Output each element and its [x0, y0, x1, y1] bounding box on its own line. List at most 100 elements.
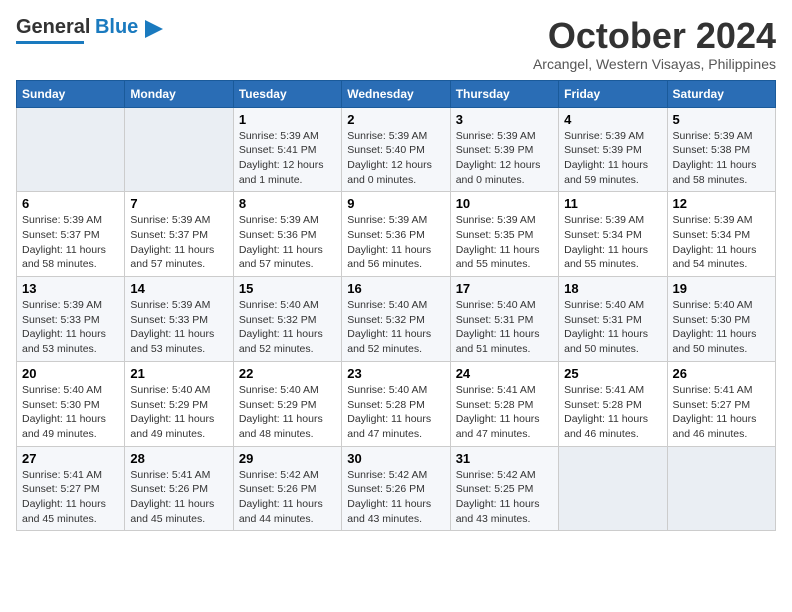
- day-info: Sunrise: 5:40 AMSunset: 5:32 PMDaylight:…: [239, 298, 336, 357]
- calendar-day-cell: 28Sunrise: 5:41 AMSunset: 5:26 PMDayligh…: [125, 446, 233, 531]
- day-number: 15: [239, 281, 336, 296]
- day-info: Sunrise: 5:39 AMSunset: 5:34 PMDaylight:…: [564, 213, 661, 272]
- logo-underline: [16, 41, 84, 44]
- calendar-day-cell: 25 Sunrise: 5:41 AMSunset: 5:28 PMDayligh…: [559, 361, 667, 446]
- day-info: Sunrise: 5:41 AMSunset: 5:28 PMDaylight:…: [456, 383, 553, 442]
- calendar-day-cell: 12 Sunrise: 5:39 AMSunset: 5:34 PMDayligh…: [667, 192, 775, 277]
- day-number: 24: [456, 366, 553, 381]
- day-info: Sunrise: 5:39 AMSunset: 5:40 PMDaylight:…: [347, 129, 444, 188]
- location-subtitle: Arcangel, Western Visayas, Philippines: [533, 56, 776, 72]
- weekday-header-cell: Wednesday: [342, 80, 450, 107]
- weekday-header-cell: Monday: [125, 80, 233, 107]
- weekday-header-cell: Tuesday: [233, 80, 341, 107]
- calendar-day-cell: 16 Sunrise: 5:40 AMSunset: 5:32 PMDayligh…: [342, 277, 450, 362]
- calendar-day-cell: 7 Sunrise: 5:39 AMSunset: 5:37 PMDaylight…: [125, 192, 233, 277]
- calendar-week-row: 6 Sunrise: 5:39 AMSunset: 5:37 PMDaylight…: [17, 192, 776, 277]
- day-info: Sunrise: 5:39 AMSunset: 5:39 PMDaylight:…: [564, 129, 661, 188]
- day-number: 4: [564, 112, 661, 127]
- day-number: 16: [347, 281, 444, 296]
- day-info: Sunrise: 5:40 AMSunset: 5:31 PMDaylight:…: [564, 298, 661, 357]
- day-number: 30: [347, 451, 444, 466]
- day-number: 2: [347, 112, 444, 127]
- day-number: 29: [239, 451, 336, 466]
- calendar-day-cell: [559, 446, 667, 531]
- day-info: Sunrise: 5:41 AMSunset: 5:27 PMDaylight:…: [673, 383, 770, 442]
- day-number: 11: [564, 196, 661, 211]
- day-info: Sunrise: 5:39 AMSunset: 5:37 PMDaylight:…: [130, 213, 227, 272]
- day-info: Sunrise: 5:39 AMSunset: 5:39 PMDaylight:…: [456, 129, 553, 188]
- calendar-day-cell: 26 Sunrise: 5:41 AMSunset: 5:27 PMDayligh…: [667, 361, 775, 446]
- day-number: 28: [130, 451, 227, 466]
- day-number: 6: [22, 196, 119, 211]
- day-info: Sunrise: 5:41 AMSunset: 5:28 PMDaylight:…: [564, 383, 661, 442]
- calendar-day-cell: 4 Sunrise: 5:39 AMSunset: 5:39 PMDaylight…: [559, 107, 667, 192]
- day-info: Sunrise: 5:42 AMSunset: 5:25 PMDaylight:…: [456, 468, 553, 527]
- day-info: Sunrise: 5:39 AMSunset: 5:38 PMDaylight:…: [673, 129, 770, 188]
- day-number: 21: [130, 366, 227, 381]
- logo: General Blue: [16, 16, 163, 44]
- logo-general: General: [16, 16, 90, 38]
- day-number: 7: [130, 196, 227, 211]
- calendar-week-row: 20 Sunrise: 5:40 AMSunset: 5:30 PMDayligh…: [17, 361, 776, 446]
- calendar-day-cell: 29 Sunrise: 5:42 AMSunset: 5:26 PMDayligh…: [233, 446, 341, 531]
- calendar-day-cell: 17Sunrise: 5:40 AMSunset: 5:31 PMDayligh…: [450, 277, 558, 362]
- calendar-day-cell: 11 Sunrise: 5:39 AMSunset: 5:34 PMDayligh…: [559, 192, 667, 277]
- day-number: 18: [564, 281, 661, 296]
- day-info: Sunrise: 5:40 AMSunset: 5:29 PMDaylight:…: [239, 383, 336, 442]
- calendar-day-cell: 22 Sunrise: 5:40 AMSunset: 5:29 PMDayligh…: [233, 361, 341, 446]
- day-number: 27: [22, 451, 119, 466]
- day-info: Sunrise: 5:42 AMSunset: 5:26 PMDaylight:…: [347, 468, 444, 527]
- calendar-day-cell: 1 Sunrise: 5:39 AMSunset: 5:41 PMDaylight…: [233, 107, 341, 192]
- calendar-day-cell: 20 Sunrise: 5:40 AMSunset: 5:30 PMDayligh…: [17, 361, 125, 446]
- day-info: Sunrise: 5:39 AMSunset: 5:41 PMDaylight:…: [239, 129, 336, 188]
- day-info: Sunrise: 5:41 AMSunset: 5:27 PMDaylight:…: [22, 468, 119, 527]
- day-info: Sunrise: 5:39 AMSunset: 5:33 PMDaylight:…: [130, 298, 227, 357]
- calendar-day-cell: 3Sunrise: 5:39 AMSunset: 5:39 PMDaylight…: [450, 107, 558, 192]
- calendar-day-cell: [17, 107, 125, 192]
- day-number: 23: [347, 366, 444, 381]
- calendar-body: 1 Sunrise: 5:39 AMSunset: 5:41 PMDaylight…: [17, 107, 776, 531]
- day-info: Sunrise: 5:40 AMSunset: 5:29 PMDaylight:…: [130, 383, 227, 442]
- day-number: 12: [673, 196, 770, 211]
- calendar-table: SundayMondayTuesdayWednesdayThursdayFrid…: [16, 80, 776, 532]
- day-number: 20: [22, 366, 119, 381]
- weekday-header-cell: Saturday: [667, 80, 775, 107]
- title-block: October 2024 Arcangel, Western Visayas, …: [533, 16, 776, 72]
- calendar-day-cell: 23Sunrise: 5:40 AMSunset: 5:28 PMDayligh…: [342, 361, 450, 446]
- day-number: 1: [239, 112, 336, 127]
- day-number: 19: [673, 281, 770, 296]
- day-info: Sunrise: 5:40 AMSunset: 5:30 PMDaylight:…: [673, 298, 770, 357]
- calendar-week-row: 13 Sunrise: 5:39 AMSunset: 5:33 PMDayligh…: [17, 277, 776, 362]
- day-info: Sunrise: 5:40 AMSunset: 5:30 PMDaylight:…: [22, 383, 119, 442]
- weekday-header-cell: Friday: [559, 80, 667, 107]
- day-info: Sunrise: 5:42 AMSunset: 5:26 PMDaylight:…: [239, 468, 336, 527]
- calendar-day-cell: 30 Sunrise: 5:42 AMSunset: 5:26 PMDayligh…: [342, 446, 450, 531]
- day-number: 25: [564, 366, 661, 381]
- weekday-header-cell: Thursday: [450, 80, 558, 107]
- calendar-day-cell: 21 Sunrise: 5:40 AMSunset: 5:29 PMDayligh…: [125, 361, 233, 446]
- calendar-day-cell: [125, 107, 233, 192]
- calendar-day-cell: 27 Sunrise: 5:41 AMSunset: 5:27 PMDayligh…: [17, 446, 125, 531]
- day-number: 8: [239, 196, 336, 211]
- calendar-day-cell: 13 Sunrise: 5:39 AMSunset: 5:33 PMDayligh…: [17, 277, 125, 362]
- day-number: 26: [673, 366, 770, 381]
- day-number: 9: [347, 196, 444, 211]
- day-info: Sunrise: 5:39 AMSunset: 5:33 PMDaylight:…: [22, 298, 119, 357]
- logo-icon: [145, 20, 163, 38]
- day-info: Sunrise: 5:39 AMSunset: 5:36 PMDaylight:…: [239, 213, 336, 272]
- calendar-day-cell: 31Sunrise: 5:42 AMSunset: 5:25 PMDayligh…: [450, 446, 558, 531]
- day-number: 5: [673, 112, 770, 127]
- calendar-day-cell: 5 Sunrise: 5:39 AMSunset: 5:38 PMDaylight…: [667, 107, 775, 192]
- day-info: Sunrise: 5:39 AMSunset: 5:37 PMDaylight:…: [22, 213, 119, 272]
- day-info: Sunrise: 5:40 AMSunset: 5:32 PMDaylight:…: [347, 298, 444, 357]
- weekday-header-row: SundayMondayTuesdayWednesdayThursdayFrid…: [17, 80, 776, 107]
- day-number: 10: [456, 196, 553, 211]
- day-number: 22: [239, 366, 336, 381]
- day-number: 13: [22, 281, 119, 296]
- day-info: Sunrise: 5:39 AMSunset: 5:36 PMDaylight:…: [347, 213, 444, 272]
- day-info: Sunrise: 5:39 AMSunset: 5:35 PMDaylight:…: [456, 213, 553, 272]
- day-info: Sunrise: 5:39 AMSunset: 5:34 PMDaylight:…: [673, 213, 770, 272]
- calendar-day-cell: 19 Sunrise: 5:40 AMSunset: 5:30 PMDayligh…: [667, 277, 775, 362]
- calendar-day-cell: 10 Sunrise: 5:39 AMSunset: 5:35 PMDayligh…: [450, 192, 558, 277]
- day-number: 14: [130, 281, 227, 296]
